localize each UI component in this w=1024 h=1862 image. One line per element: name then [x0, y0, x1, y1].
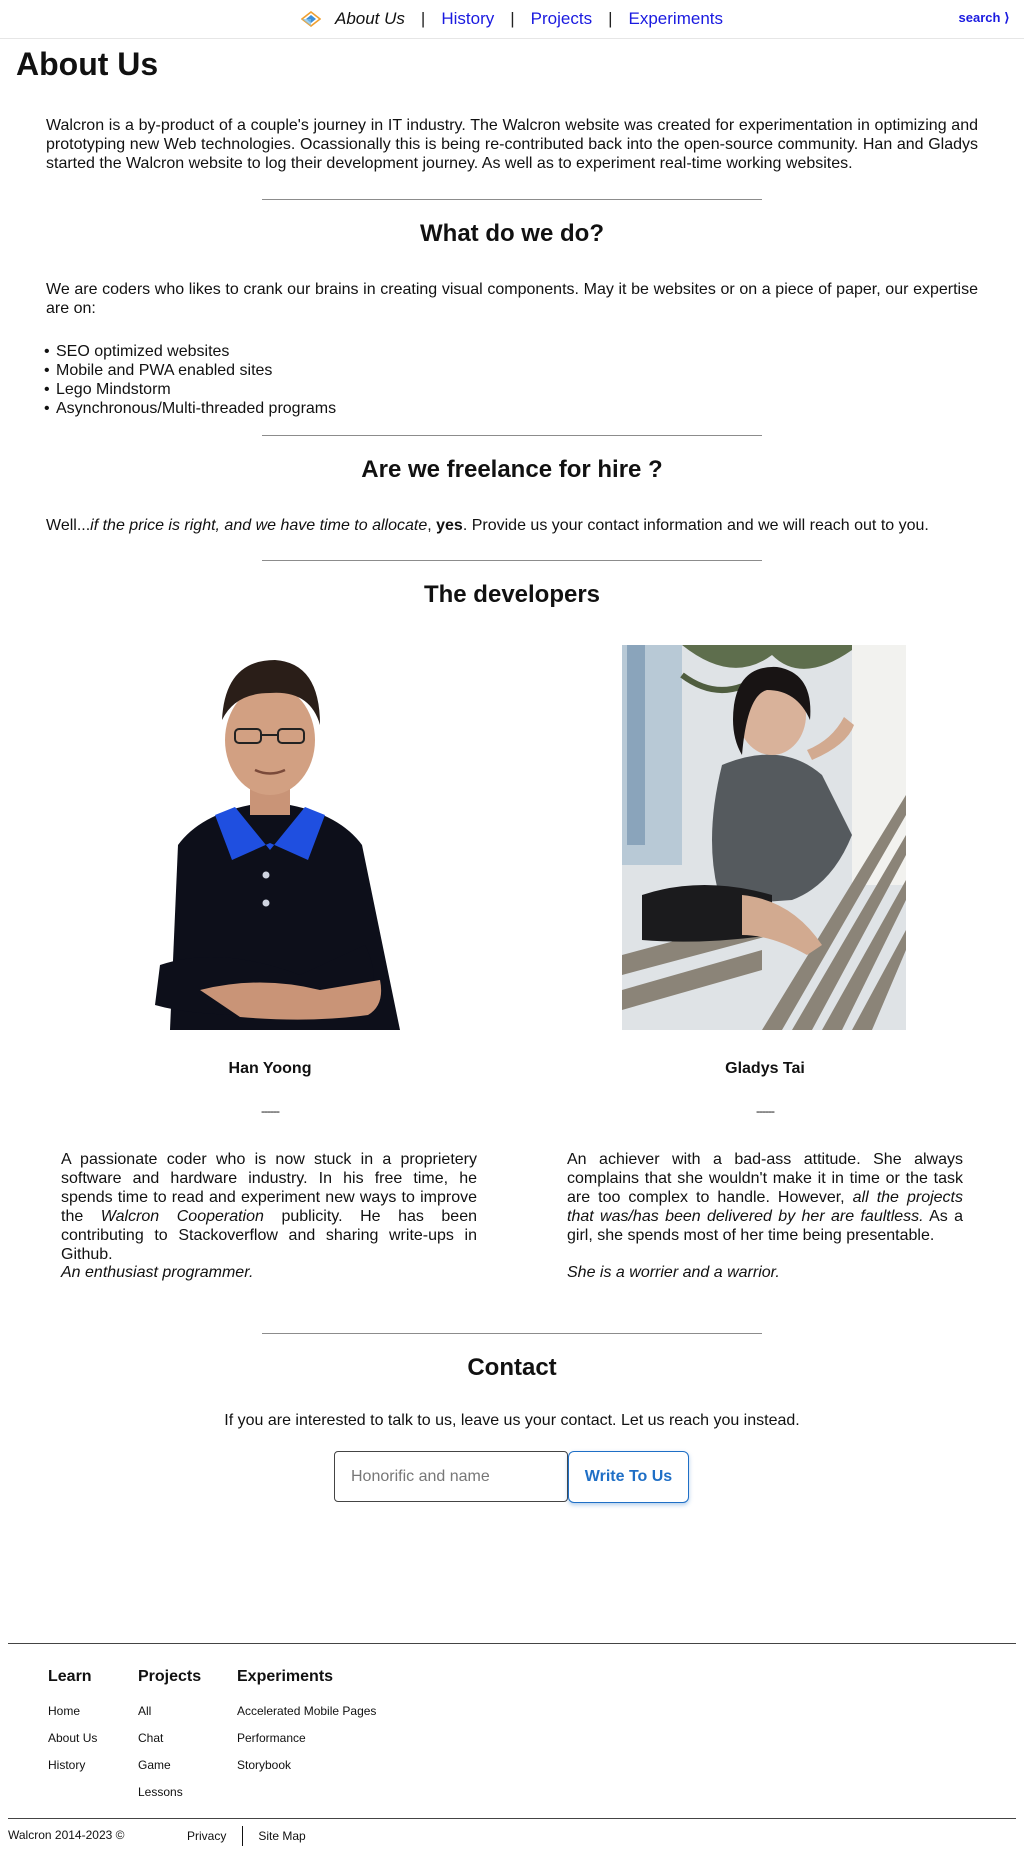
- han-yoong-tagline: An enthusiast programmer.: [61, 1264, 254, 1281]
- expertise-list: SEO optimized websites Mobile and PWA en…: [44, 342, 336, 418]
- han-yoong-dash: ------: [261, 1104, 280, 1118]
- han-yoong-name: Han Yoong: [228, 1060, 312, 1077]
- list-item: Mobile and PWA enabled sites: [44, 361, 336, 380]
- nav-experiments[interactable]: Experiments: [629, 9, 723, 29]
- footer-column-projects: Projects All Chat Game Lessons: [138, 1668, 201, 1806]
- freelance-title: Are we freelance for hire ?: [361, 456, 663, 483]
- footer-heading: Learn: [48, 1668, 92, 1685]
- freelance-emphasis: if the price is right, and we have time …: [90, 517, 428, 534]
- freelance-text: Well...if the price is right, and we hav…: [46, 516, 978, 535]
- bottom-links: Privacy Site Map: [187, 1826, 306, 1846]
- gladys-tai-bio: An achiever with a bad-ass attitude. She…: [567, 1150, 963, 1245]
- site-map-link[interactable]: Site Map: [258, 1829, 305, 1843]
- nav-projects[interactable]: Projects: [531, 9, 592, 29]
- footer-heading: Projects: [138, 1668, 202, 1685]
- gladys-tai-tagline: She is a worrier and a warrior.: [567, 1264, 780, 1281]
- gladys-tai-photo: [622, 645, 906, 1030]
- copyright: Walcron 2014-2023 ©: [8, 1828, 125, 1842]
- top-navigation: About Us | History | Projects | Experime…: [0, 0, 1024, 39]
- list-item: SEO optimized websites: [44, 342, 336, 361]
- section-divider: [262, 560, 762, 561]
- developers-title: The developers: [423, 581, 601, 608]
- link-separator: [242, 1826, 244, 1846]
- footer-heading: Experiments: [237, 1668, 334, 1685]
- footer-link-home[interactable]: Home: [48, 1698, 97, 1725]
- freelance-prefix: Well...: [46, 517, 91, 534]
- search-link[interactable]: search ⟩: [959, 10, 1010, 26]
- section-divider: [262, 1333, 762, 1334]
- section-divider: [262, 199, 762, 200]
- han-yoong-bio: A passionate coder who is now stuck in a…: [61, 1150, 477, 1264]
- footer-link-performance[interactable]: Performance: [237, 1725, 376, 1752]
- gladys-tai-name: Gladys Tai: [725, 1060, 805, 1077]
- footer-link-chat[interactable]: Chat: [138, 1725, 201, 1752]
- write-to-us-button[interactable]: Write To Us: [568, 1451, 689, 1503]
- footer-link-all[interactable]: All: [138, 1698, 201, 1725]
- privacy-link[interactable]: Privacy: [187, 1829, 226, 1843]
- list-item: Lego Mindstorm: [44, 380, 336, 399]
- nav-history[interactable]: History: [441, 9, 494, 29]
- footer-link-storybook[interactable]: Storybook: [237, 1752, 376, 1779]
- nav-separator: |: [420, 9, 426, 28]
- footer-link-game[interactable]: Game: [138, 1752, 201, 1779]
- han-yoong-bio-emphasis: Walcron Cooperation: [100, 1208, 264, 1225]
- section-divider: [262, 435, 762, 436]
- footer-link-about-us[interactable]: About Us: [48, 1725, 97, 1752]
- footer-bottom-divider: [8, 1818, 1016, 1819]
- page-title: About Us: [16, 46, 159, 82]
- nav-separator: |: [510, 9, 515, 28]
- contact-name-input[interactable]: [334, 1451, 568, 1502]
- freelance-comma: ,: [427, 517, 432, 534]
- nav-separator: |: [608, 9, 613, 28]
- han-yoong-photo: [140, 645, 400, 1030]
- contact-title: Contact: [467, 1354, 557, 1381]
- freelance-answer: yes: [436, 517, 463, 534]
- gladys-tai-dash: ------: [756, 1104, 775, 1118]
- nav-about-us[interactable]: About Us: [335, 9, 405, 29]
- what-we-do-title: What do we do?: [420, 220, 604, 247]
- about-intro: Walcron is a by-product of a couple's jo…: [46, 117, 978, 172]
- footer-link-history[interactable]: History: [48, 1752, 97, 1779]
- footer-link-lessons[interactable]: Lessons: [138, 1779, 201, 1806]
- footer-link-amp[interactable]: Accelerated Mobile Pages: [237, 1698, 376, 1725]
- footer-column-experiments: Experiments Accelerated Mobile Pages Per…: [237, 1668, 376, 1779]
- contact-text: If you are interested to talk to us, lea…: [224, 1412, 800, 1429]
- freelance-suffix: . Provide us your contact information an…: [462, 517, 929, 534]
- footer-divider: [8, 1643, 1016, 1644]
- footer-column-learn: Learn Home About Us History: [48, 1668, 97, 1779]
- list-item: Asynchronous/Multi-threaded programs: [44, 399, 336, 418]
- walcron-logo-icon[interactable]: [300, 10, 322, 28]
- what-we-do-intro: We are coders who likes to crank our bra…: [46, 281, 978, 317]
